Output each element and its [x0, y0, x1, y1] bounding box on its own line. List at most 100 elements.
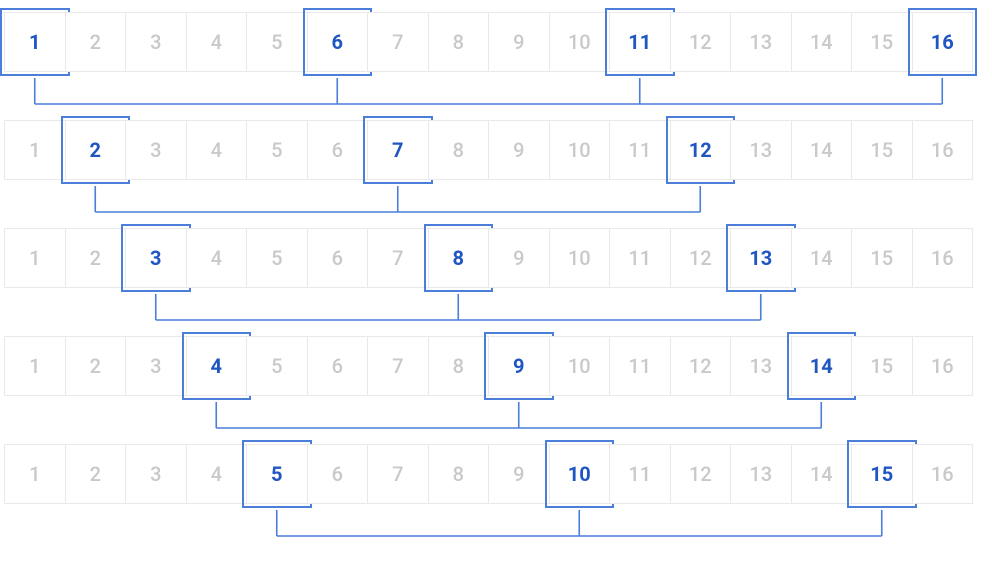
cell: 2 — [65, 12, 127, 72]
cell: 3 — [125, 12, 187, 72]
cell-label: 11 — [628, 138, 651, 162]
cell-label: 15 — [870, 138, 893, 162]
row-group-4: 1 2 3 4 5 6 7 8 9 10 11 12 13 14 15 16 — [4, 336, 988, 396]
cell-label: 7 — [392, 462, 403, 486]
cell-label: 14 — [810, 462, 833, 486]
cell: 9 — [488, 12, 550, 72]
cell: 10 — [549, 444, 611, 504]
row-group-5: 1 2 3 4 5 6 7 8 9 10 11 12 13 14 15 16 — [4, 444, 988, 504]
cell-label: 12 — [689, 354, 712, 378]
cell: 11 — [609, 120, 671, 180]
cell: 6 — [307, 444, 369, 504]
cell-label: 7 — [392, 354, 403, 378]
cell-label: 14 — [810, 138, 833, 162]
cell-label: 10 — [568, 138, 591, 162]
cell-label: 1 — [29, 354, 40, 378]
cell-label: 9 — [513, 30, 524, 54]
row-group-1: 1 2 3 4 5 6 7 8 9 10 11 12 13 14 15 16 — [4, 12, 988, 72]
row-group-3: 1 2 3 4 5 6 7 8 9 10 11 12 13 14 15 16 — [4, 228, 988, 288]
cell: 10 — [549, 120, 611, 180]
cell: 15 — [851, 444, 913, 504]
cell: 6 — [307, 228, 369, 288]
cell-label: 4 — [211, 354, 222, 378]
row-5: 1 2 3 4 5 6 7 8 9 10 11 12 13 14 15 16 — [4, 444, 988, 504]
cell: 11 — [609, 444, 671, 504]
cell: 8 — [428, 120, 490, 180]
cell: 11 — [609, 12, 671, 72]
cell: 15 — [851, 120, 913, 180]
cell-label: 6 — [332, 354, 343, 378]
cell-label: 13 — [749, 246, 772, 270]
cell: 5 — [246, 120, 308, 180]
connector-1 — [4, 72, 988, 112]
cell: 8 — [428, 336, 490, 396]
cell: 5 — [246, 336, 308, 396]
cell: 3 — [125, 120, 187, 180]
cell-label: 13 — [749, 462, 772, 486]
cell: 12 — [670, 336, 732, 396]
cell: 16 — [912, 336, 974, 396]
cell-label: 9 — [513, 354, 524, 378]
cell-label: 13 — [749, 354, 772, 378]
cell-label: 3 — [150, 354, 161, 378]
cell: 14 — [791, 444, 853, 504]
cell: 16 — [912, 120, 974, 180]
cell-label: 5 — [271, 462, 282, 486]
diagram-wrapper: 1 2 3 4 5 6 7 8 9 10 11 12 13 14 15 16 1… — [0, 0, 992, 504]
connector-2 — [4, 180, 988, 220]
cell: 9 — [488, 120, 550, 180]
cell: 4 — [186, 228, 248, 288]
cell: 1 — [4, 228, 66, 288]
cell-label: 16 — [931, 30, 954, 54]
cell-label: 12 — [689, 462, 712, 486]
connector-5 — [4, 504, 988, 544]
cell-label: 12 — [689, 138, 712, 162]
cell-label: 8 — [453, 354, 464, 378]
cell: 9 — [488, 444, 550, 504]
cell-label: 15 — [870, 30, 893, 54]
cell: 5 — [246, 12, 308, 72]
cell-label: 6 — [332, 246, 343, 270]
cell: 5 — [246, 444, 308, 504]
cell-label: 2 — [90, 138, 101, 162]
cell-label: 7 — [392, 30, 403, 54]
cell-label: 6 — [332, 138, 343, 162]
cell-label: 11 — [628, 30, 651, 54]
cell-label: 10 — [568, 354, 591, 378]
cell-label: 1 — [29, 138, 40, 162]
cell-label: 11 — [628, 246, 651, 270]
cell-label: 4 — [211, 246, 222, 270]
cell-label: 7 — [392, 246, 403, 270]
cell-label: 1 — [29, 30, 40, 54]
cell-label: 2 — [90, 462, 101, 486]
cell-label: 3 — [150, 246, 161, 270]
cell: 3 — [125, 444, 187, 504]
cell: 2 — [65, 228, 127, 288]
cell: 8 — [428, 12, 490, 72]
cell-label: 4 — [211, 30, 222, 54]
cell: 3 — [125, 228, 187, 288]
cell: 5 — [246, 228, 308, 288]
row-2: 1 2 3 4 5 6 7 8 9 10 11 12 13 14 15 16 — [4, 120, 988, 180]
cell: 10 — [549, 12, 611, 72]
cell-label: 12 — [689, 30, 712, 54]
cell-label: 1 — [29, 462, 40, 486]
cell-label: 15 — [870, 354, 893, 378]
cell: 6 — [307, 336, 369, 396]
cell: 1 — [4, 336, 66, 396]
cell: 2 — [65, 120, 127, 180]
cell-label: 1 — [29, 246, 40, 270]
cell: 14 — [791, 336, 853, 396]
cell-label: 7 — [392, 138, 403, 162]
cell: 14 — [791, 228, 853, 288]
cell-label: 13 — [749, 30, 772, 54]
cell: 13 — [730, 228, 792, 288]
cell: 10 — [549, 336, 611, 396]
cell-label: 5 — [271, 30, 282, 54]
cell: 7 — [367, 336, 429, 396]
cell-label: 2 — [90, 354, 101, 378]
cell-label: 14 — [810, 30, 833, 54]
cell: 12 — [670, 120, 732, 180]
cell: 12 — [670, 444, 732, 504]
cell-label: 8 — [453, 246, 464, 270]
